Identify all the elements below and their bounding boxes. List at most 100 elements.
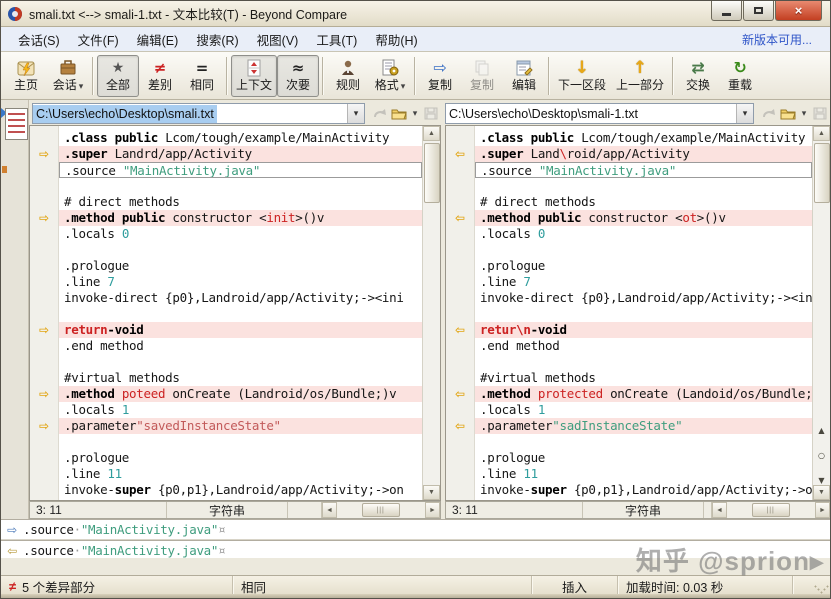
menu-item-0[interactable]: 会话(S)	[9, 27, 69, 52]
left-open-dropdown-icon[interactable]: ▾	[409, 105, 421, 123]
code-line[interactable]: .line 11	[59, 466, 422, 482]
right-file-pane[interactable]: ⇦ ⇦ ⇦ ⇦ ⇦ .class public Lcom/tough/example/M…	[445, 125, 831, 501]
code-line[interactable]: .end method	[59, 338, 422, 354]
rules-button[interactable]: 规则	[327, 55, 369, 97]
scroll-right-icon[interactable]: ►	[815, 502, 830, 518]
code-line[interactable]: .method public constructor <ot>()v	[475, 210, 812, 226]
code-line[interactable]: .line 7	[59, 274, 422, 290]
next-section-button[interactable]: ↓下一区段	[553, 55, 611, 97]
left-hscrollbar[interactable]: ◄ ||| ►	[321, 502, 440, 518]
right-hscrollbar[interactable]: ◄ ||| ►	[711, 502, 830, 518]
format-button[interactable]: 格式▾	[369, 55, 411, 97]
diff-marker-icon[interactable]: ⇨	[30, 146, 58, 162]
overview-strip[interactable]	[1, 100, 29, 519]
code-line[interactable]	[59, 434, 422, 450]
code-line[interactable]: .parameter"savedInstanceState"	[59, 418, 422, 434]
home-button[interactable]: 主页	[5, 55, 47, 97]
right-hscroll-thumb[interactable]: |||	[752, 503, 790, 517]
swap-button[interactable]: ⇄交换	[677, 55, 719, 97]
diff-marker-icon[interactable]: ⇨	[30, 210, 58, 226]
code-line[interactable]: .method poteed onCreate (Landroid/os/Bun…	[59, 386, 422, 402]
code-line[interactable]	[59, 306, 422, 322]
sessions-button[interactable]: 会话▾	[47, 55, 89, 97]
scroll-left-icon[interactable]: ◄	[322, 502, 337, 518]
code-line[interactable]: .source "MainActivity.java"	[59, 162, 422, 178]
line-detail-row-0[interactable]: ⇨.source·"MainActivity.java"¤	[1, 519, 830, 540]
code-line[interactable]: invoke-super {p0,p1},Landroid/app/Activi…	[475, 482, 812, 498]
code-line[interactable]: .locals 0	[475, 226, 812, 242]
right-revert-icon[interactable]	[758, 105, 778, 123]
code-line[interactable]: # direct methods	[59, 194, 422, 210]
code-line[interactable]	[59, 178, 422, 194]
diff-marker-icon[interactable]: ⇦	[446, 210, 474, 226]
code-line[interactable]: .method public constructor <init>()v	[59, 210, 422, 226]
maximize-button[interactable]	[743, 1, 774, 21]
right-open-dropdown-icon[interactable]: ▾	[798, 105, 810, 123]
minimize-button[interactable]	[711, 1, 742, 21]
right-path-dropdown-icon[interactable]: ▾	[736, 104, 753, 123]
copy-to-right-button[interactable]: ⇨复制	[419, 55, 461, 97]
ignore-unimportant-button[interactable]: ≈次要	[277, 55, 319, 97]
menu-item-3[interactable]: 搜索(R)	[187, 27, 247, 52]
left-vscroll-thumb[interactable]	[424, 143, 440, 203]
menu-item-1[interactable]: 文件(F)	[69, 27, 128, 52]
code-line[interactable]: .locals 1	[59, 402, 422, 418]
diff-marker-icon[interactable]: ⇦	[446, 418, 474, 434]
right-code-area[interactable]: .class public Lcom/tough/example/MainAct…	[475, 126, 812, 500]
left-path-dropdown-icon[interactable]: ▾	[347, 104, 364, 123]
code-line[interactable]: .super Land\roid/app/Activity	[475, 146, 812, 162]
code-line[interactable]: .prologue	[475, 450, 812, 466]
code-line[interactable]: invoke-super {p0,p1},Landroid/app/Activi…	[59, 482, 422, 498]
code-line[interactable]: .method protected onCreate (Landoid/os/B…	[475, 386, 812, 402]
code-line[interactable]: .source "MainActivity.java"	[475, 162, 812, 178]
right-vscroll-thumb[interactable]	[814, 143, 830, 203]
code-line[interactable]: .prologue	[475, 258, 812, 274]
code-line[interactable]: return-void	[59, 322, 422, 338]
prev-part-button[interactable]: ↑上一部分	[611, 55, 669, 97]
menu-item-2[interactable]: 编辑(E)	[128, 27, 188, 52]
code-line[interactable]	[475, 434, 812, 450]
scroll-up-icon[interactable]: ▲	[423, 126, 440, 141]
diff-marker-icon[interactable]: ⇨	[30, 418, 58, 434]
code-line[interactable]: .prologue	[59, 450, 422, 466]
scroll-down-icon[interactable]: ▼	[813, 485, 830, 500]
code-line[interactable]: .super Landrd/app/Activity	[59, 146, 422, 162]
menu-item-4[interactable]: 视图(V)	[248, 27, 308, 52]
right-save-icon[interactable]	[810, 105, 830, 123]
menu-item-5[interactable]: 工具(T)	[307, 27, 366, 52]
scroll-down-icon[interactable]: ▼	[423, 485, 440, 500]
code-line[interactable]: .end method	[475, 338, 812, 354]
diff-marker-icon[interactable]: ⇨	[30, 386, 58, 402]
code-line[interactable]: .prologue	[59, 258, 422, 274]
code-line[interactable]: .line 11	[475, 466, 812, 482]
code-line[interactable]	[475, 178, 812, 194]
reload-button[interactable]: ↻重载	[719, 55, 761, 97]
code-line[interactable]: invoke-direct {p0},Landroid/app/Activity…	[475, 290, 812, 306]
left-file-pane[interactable]: ⇨ ⇨ ⇨ ⇨ ⇨ .class public Lcom/tough/example/M…	[29, 125, 441, 501]
code-line[interactable]	[475, 306, 812, 322]
show-context-button[interactable]: 上下文	[231, 55, 277, 97]
code-line[interactable]: .parameter"sadInstanceState"	[475, 418, 812, 434]
code-line[interactable]	[59, 242, 422, 258]
right-open-folder-icon[interactable]	[778, 105, 798, 123]
center-diff-icon[interactable]: ○	[813, 451, 830, 461]
left-code-area[interactable]: .class public Lcom/tough/example/MainAct…	[59, 126, 422, 500]
diff-marker-icon[interactable]: ⇦	[446, 386, 474, 402]
show-same-button[interactable]: =相同	[181, 55, 223, 97]
scroll-up-icon[interactable]: ▲	[813, 126, 830, 141]
left-revert-icon[interactable]	[369, 105, 389, 123]
diff-marker-icon[interactable]: ⇨	[30, 322, 58, 338]
prev-diff-icon[interactable]: ▲	[813, 426, 830, 436]
code-line[interactable]: # direct methods	[475, 194, 812, 210]
edit-button[interactable]: 编辑	[503, 55, 545, 97]
scroll-left-icon[interactable]: ◄	[712, 502, 727, 518]
diff-marker-icon[interactable]: ⇦	[446, 322, 474, 338]
code-line[interactable]: .line 7	[475, 274, 812, 290]
show-differences-button[interactable]: ≠差别	[139, 55, 181, 97]
new-version-link[interactable]: 新版本可用...	[742, 31, 822, 48]
resize-grip[interactable]	[814, 579, 828, 593]
code-line[interactable]: .class public Lcom/tough/example/MainAct…	[59, 130, 422, 146]
diff-marker-icon[interactable]: ⇦	[446, 146, 474, 162]
code-line[interactable]: .locals 1	[475, 402, 812, 418]
code-line[interactable]: .class public Lcom/tough/example/MainAct…	[475, 130, 812, 146]
